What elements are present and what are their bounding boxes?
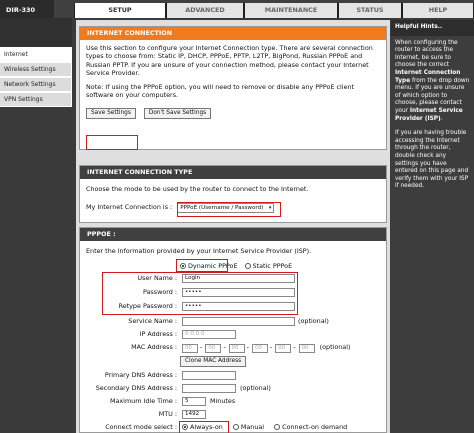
ip-address-label: IP Address : <box>139 330 177 338</box>
dynamic-pppoe-highlight <box>176 259 228 272</box>
sidebar-item-wireless[interactable]: Wireless Settings <box>0 62 72 77</box>
connect-mode-row: Connect mode select : Always-on Manual C… <box>80 422 380 433</box>
internet-connection-section: INTERNET CONNECTION Use this section to … <box>79 26 387 150</box>
idle-time-row: Maximum Idle Time : 5 Minutes <box>80 396 380 407</box>
static-pppoe-radio[interactable] <box>244 263 251 269</box>
secondary-dns-input[interactable] <box>182 384 236 393</box>
connect-on-demand-radio[interactable] <box>274 424 281 430</box>
idle-time-label: Maximum Idle Time : <box>109 397 177 405</box>
mtu-row: MTU : 1492 <box>80 409 380 420</box>
service-optional: (optional) <box>298 317 329 325</box>
mac-octet-3[interactable]: 00 <box>228 344 245 353</box>
mac-address-row: MAC Address : 00-00-00-00-00-00 (optiona… <box>80 342 380 353</box>
secondary-dns-label: Secondary DNS Address : <box>95 384 177 392</box>
help-text: . <box>440 115 443 122</box>
service-name-label: Service Name : <box>128 317 177 325</box>
mac-octet-2[interactable]: 00 <box>205 344 222 353</box>
pppoe-section: PPPOE : Enter the information provided b… <box>79 227 387 433</box>
manual-label: Manual <box>240 423 265 431</box>
mac-sep: - <box>293 343 296 351</box>
model-label: DIR-330 <box>0 0 54 18</box>
mac-octet-1[interactable]: 00 <box>182 344 198 353</box>
help-panel: Helpful Hints.. When configuring the rou… <box>391 20 474 433</box>
secondary-dns-row: Secondary DNS Address : (optional) <box>80 383 380 394</box>
ip-address-row: IP Address : 0.0.0.0 <box>80 329 380 340</box>
idle-time-unit: Minutes <box>210 397 236 405</box>
tab-maintenance[interactable]: MAINTENANCE <box>244 3 338 18</box>
mac-address-fields: 00-00-00-00-00-00 (optional) <box>182 342 351 353</box>
mac-sep: - <box>223 343 226 351</box>
internet-connection-title: INTERNET CONNECTION <box>80 27 386 40</box>
main-content: INTERNET CONNECTION Use this section to … <box>76 20 390 433</box>
clone-mac-button[interactable]: Clone MAC Address <box>180 356 247 367</box>
sidebar-item-internet[interactable]: Internet <box>0 47 72 62</box>
primary-dns-input[interactable] <box>182 371 236 380</box>
help-title: Helpful Hints.. <box>391 20 474 36</box>
static-pppoe-label: Static PPPoE <box>252 262 293 270</box>
pppoe-title: PPPOE : <box>80 228 386 241</box>
tab-help[interactable]: HELP <box>402 3 474 18</box>
connection-type-section: INTERNET CONNECTION TYPE Choose the mode… <box>79 165 387 223</box>
help-text: When configuring the router to access th… <box>395 39 458 69</box>
idle-time-input[interactable]: 5 <box>182 397 206 406</box>
secondary-dns-optional: (optional) <box>240 384 271 392</box>
sidebar: Internet Wireless Settings Network Setti… <box>0 47 72 107</box>
tab-status[interactable]: STATUS <box>338 3 402 18</box>
mtu-input[interactable]: 1492 <box>182 410 206 419</box>
save-settings-button[interactable]: Save Settings <box>86 107 136 119</box>
service-name-input[interactable] <box>182 317 295 326</box>
internet-connection-intro: Use this section to configure your Inter… <box>86 44 373 77</box>
connection-type-desc: Choose the mode to be used by the router… <box>86 185 309 193</box>
mac-octet-5[interactable]: 00 <box>275 344 292 353</box>
mac-address-label: MAC Address : <box>131 343 177 351</box>
connect-on-demand-label: Connect-on demand <box>282 423 348 431</box>
connection-type-label: My Internet Connection is : <box>86 203 173 212</box>
connect-mode-label: Connect mode select : <box>105 423 177 431</box>
credentials-highlight <box>102 272 298 315</box>
mac-optional: (optional) <box>319 343 351 351</box>
pppoe-note: Note: If using the PPPoE option, you wil… <box>86 83 355 100</box>
mtu-label: MTU : <box>158 410 177 418</box>
pppoe-desc: Enter the information provided by your I… <box>86 247 312 255</box>
mac-octet-6[interactable]: 00 <box>298 344 315 353</box>
always-on-highlight <box>179 421 229 433</box>
clone-mac-row: Clone MAC Address <box>80 356 380 367</box>
sidebar-item-network[interactable]: Network Settings <box>0 77 72 92</box>
help-paragraph-1: When configuring the router to access th… <box>395 40 470 124</box>
primary-dns-row: Primary DNS Address : <box>80 370 380 381</box>
sidebar-item-vpn[interactable]: VPN Settings <box>0 92 72 107</box>
connection-type-title: INTERNET CONNECTION TYPE <box>80 166 386 179</box>
dont-save-settings-button[interactable]: Don't Save Settings <box>143 107 212 119</box>
save-highlight <box>86 135 138 150</box>
mac-sep: - <box>246 343 249 351</box>
primary-dns-label: Primary DNS Address : <box>104 371 177 379</box>
connection-type-highlight <box>177 202 281 217</box>
mac-octet-4[interactable]: 00 <box>251 344 268 353</box>
tab-advanced[interactable]: ADVANCED <box>166 3 244 18</box>
manual-radio[interactable] <box>232 424 239 430</box>
mac-sep: - <box>269 343 273 351</box>
sidebar-header <box>0 18 72 47</box>
mac-sep: - <box>200 343 203 351</box>
tab-setup[interactable]: SETUP <box>74 3 166 18</box>
top-navigation: SETUP ADVANCED MAINTENANCE STATUS HELP <box>54 0 474 18</box>
help-paragraph-2: If you are having trouble accessing the … <box>395 130 469 190</box>
service-name-row: Service Name : (optional) <box>80 316 380 327</box>
ip-address-input[interactable]: 0.0.0.0 <box>182 330 236 339</box>
